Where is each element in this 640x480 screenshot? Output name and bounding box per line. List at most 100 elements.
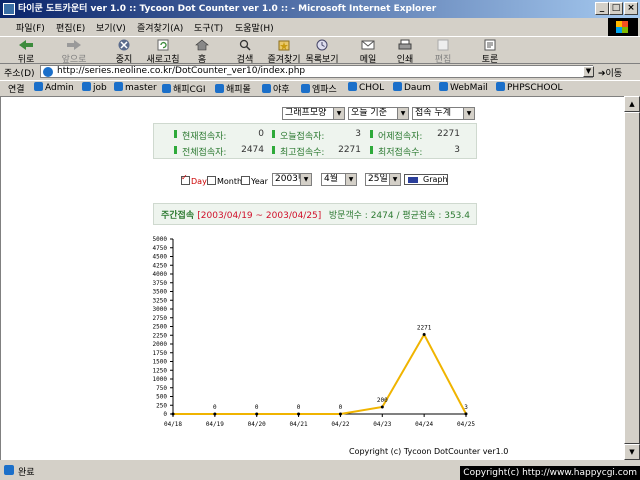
- link-happycgi[interactable]: 해피CGI: [162, 82, 205, 95]
- mode-value: 접속 누계: [415, 108, 451, 118]
- y-tick-label: 750: [156, 385, 167, 392]
- search-button[interactable]: 검색: [225, 39, 265, 65]
- refresh-icon: [157, 39, 169, 51]
- graph-button[interactable]: Graph: [404, 174, 448, 185]
- data-label: 0: [255, 404, 259, 411]
- min-label: 최저접속수:: [369, 145, 422, 158]
- favorites-icon: [278, 40, 290, 51]
- day-checkbox[interactable]: Day: [181, 173, 207, 186]
- month-select[interactable]: 4월 ▼: [321, 173, 357, 186]
- history-icon: [316, 39, 328, 51]
- link-happymall[interactable]: 해피몰: [215, 82, 251, 95]
- stop-button[interactable]: 중지: [104, 39, 144, 65]
- link-icon: [262, 84, 271, 93]
- discuss-button[interactable]: 토론: [470, 39, 510, 65]
- data-label: 0: [297, 404, 301, 411]
- link-icon: [82, 82, 91, 91]
- chevron-down-icon: ▼: [333, 108, 344, 119]
- link-job[interactable]: job: [82, 82, 107, 93]
- edit-icon: [437, 39, 449, 51]
- print-button[interactable]: 인쇄: [385, 39, 425, 65]
- link-webmail[interactable]: WebMail: [439, 82, 488, 93]
- x-axis: 04/18 04/19 04/20 04/21 04/22 04/23 04/24 04/25: [164, 413, 475, 428]
- scroll-up-icon[interactable]: ▲: [624, 96, 640, 112]
- summary-bar: 주간접속 [2003/04/19 ~ 2003/04/25] 방문객수 : 24…: [153, 203, 477, 225]
- graph-shape-select[interactable]: 그래프모양 ▼: [282, 107, 345, 120]
- menu-view[interactable]: 보기(V): [96, 21, 126, 34]
- back-button[interactable]: 뒤로: [6, 39, 46, 65]
- data-point: [464, 412, 468, 416]
- link-daum[interactable]: Daum: [393, 82, 431, 93]
- yesterday-value: 2271: [437, 129, 460, 139]
- address-dropdown-button[interactable]: ▼: [583, 66, 594, 77]
- menu-file[interactable]: 파일(F): [16, 21, 45, 34]
- favorites-button[interactable]: 즐겨찾기: [264, 39, 304, 65]
- graph-icon: [408, 177, 418, 183]
- link-icon: [439, 82, 448, 91]
- y-tick-label: 2750: [153, 315, 168, 322]
- yesterday-label: 어제접속자:: [369, 129, 422, 142]
- y-tick-label: 1000: [153, 376, 168, 383]
- scroll-thumb[interactable]: [624, 112, 640, 444]
- y-tick-label: 3000: [153, 306, 168, 313]
- links-label: 연결: [8, 85, 25, 95]
- y-tick-label: 2000: [153, 341, 168, 348]
- total-value: 2474: [241, 145, 264, 155]
- x-tick-label: 04/24: [415, 421, 433, 428]
- maximize-button[interactable]: □: [609, 2, 623, 15]
- chevron-down-icon: ▼: [345, 174, 356, 185]
- history-button[interactable]: 목록보기: [302, 39, 342, 65]
- menu-help[interactable]: 도움말(H): [235, 21, 274, 34]
- summary-range: [2003/04/19 ~ 2003/04/25]: [197, 211, 322, 221]
- forward-button[interactable]: 앞으로: [54, 39, 94, 65]
- year-select[interactable]: 2003년 ▼: [272, 173, 312, 186]
- go-button[interactable]: ➔이동: [598, 66, 622, 79]
- summary-visitors: 방문객수 : 2474 / 평균접속 : 353.4: [328, 211, 470, 221]
- chevron-down-icon: ▼: [389, 174, 400, 185]
- search-icon: [239, 39, 251, 51]
- link-icon: [215, 84, 224, 93]
- year-checkbox[interactable]: Year: [241, 176, 268, 186]
- y-tick-label: 0: [163, 411, 167, 418]
- close-button[interactable]: ×: [624, 2, 638, 15]
- weekly-chart: 0250500750100012501500175020002250250027…: [153, 236, 476, 428]
- status-bar: 완료 Copyright(c) http://www.happycgi.com: [0, 460, 640, 480]
- mail-button[interactable]: 메일: [348, 39, 388, 65]
- y-tick-label: 1500: [153, 359, 168, 366]
- link-admin[interactable]: Admin: [34, 82, 74, 93]
- checkbox-box: [181, 173, 190, 185]
- address-input[interactable]: http://series.neoline.co.kr/DotCounter_v…: [40, 65, 593, 78]
- month-label: Month: [217, 177, 243, 186]
- menu-favorites[interactable]: 즐겨찾기(A): [137, 21, 183, 34]
- menu-bar: 파일(F) 편집(E) 보기(V) 즐겨찾기(A) 도구(T) 도움말(H): [0, 18, 640, 36]
- edit-button[interactable]: 편집: [423, 39, 463, 65]
- month-checkbox[interactable]: Month: [207, 176, 242, 186]
- menu-edit[interactable]: 편집(E): [56, 21, 85, 34]
- print-icon: [398, 39, 412, 50]
- x-tick-label: 04/18: [164, 421, 182, 428]
- mail-icon: [361, 40, 375, 50]
- day-select[interactable]: 25일 ▼: [365, 173, 401, 186]
- mode-select[interactable]: 접속 누계 ▼: [412, 107, 475, 120]
- summary-title-text: 주간접속: [161, 211, 195, 221]
- link-label: 해피CGI: [173, 85, 206, 95]
- link-icon: [162, 84, 171, 93]
- link-label: PHPSCHOOL: [507, 83, 563, 93]
- vertical-scrollbar[interactable]: ▲ ▼: [624, 96, 640, 460]
- minimize-button[interactable]: _: [595, 2, 609, 15]
- link-empas[interactable]: 엠파스: [301, 82, 337, 95]
- stats-panel: 현재접속자: 0 오늘접속자: 3 어제접속자: 2271 전체접속자: 247…: [153, 123, 477, 159]
- link-yahoo[interactable]: 야후: [262, 82, 290, 95]
- y-tick-label: 1750: [153, 350, 168, 357]
- refresh-button[interactable]: 새로고침: [143, 39, 183, 65]
- scroll-down-icon[interactable]: ▼: [624, 444, 640, 460]
- menu-tools[interactable]: 도구(T): [194, 21, 223, 34]
- data-point: [297, 412, 301, 416]
- link-master[interactable]: master: [114, 82, 157, 93]
- link-chol[interactable]: CHOL: [348, 82, 384, 93]
- link-phpschool[interactable]: PHPSCHOOL: [496, 82, 563, 93]
- link-icon: [348, 82, 357, 91]
- home-button[interactable]: 홈: [182, 39, 222, 65]
- address-url: http://series.neoline.co.kr/DotCounter_v…: [57, 66, 306, 76]
- base-select[interactable]: 오늘 기준 ▼: [348, 107, 409, 120]
